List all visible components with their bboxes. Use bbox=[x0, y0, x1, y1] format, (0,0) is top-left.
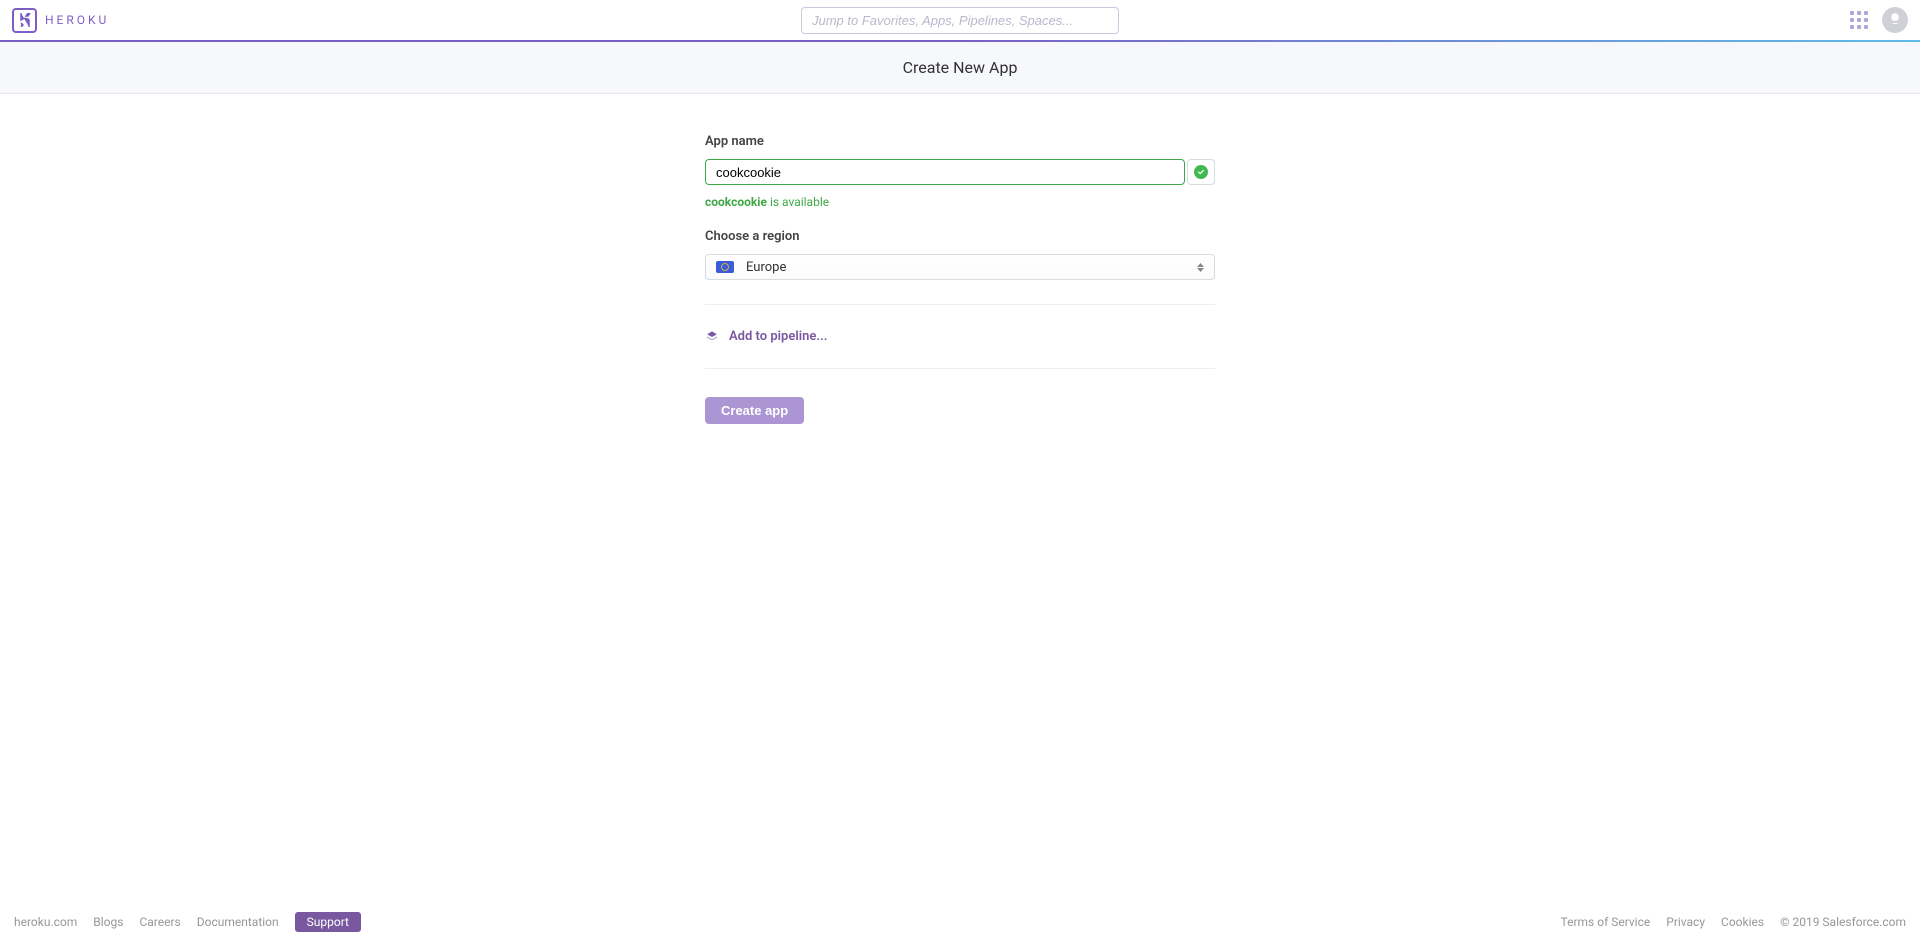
apps-grid-icon[interactable] bbox=[1850, 11, 1868, 29]
footer-link-documentation[interactable]: Documentation bbox=[197, 915, 279, 929]
footer-link-cookies[interactable]: Cookies bbox=[1721, 915, 1764, 929]
region-select[interactable]: Europe bbox=[705, 254, 1215, 280]
footer-link-privacy[interactable]: Privacy bbox=[1666, 915, 1705, 929]
footer-link-heroku[interactable]: heroku.com bbox=[14, 915, 77, 929]
app-name-input[interactable] bbox=[705, 159, 1185, 185]
name-valid-indicator bbox=[1187, 159, 1215, 185]
availability-message: cookcookie is available bbox=[705, 195, 1215, 209]
heroku-logo-icon bbox=[12, 8, 37, 33]
footer-copyright: © 2019 Salesforce.com bbox=[1780, 915, 1906, 929]
region-selected: Europe bbox=[746, 260, 786, 275]
footer-link-blogs[interactable]: Blogs bbox=[93, 915, 123, 929]
divider bbox=[705, 304, 1215, 305]
region-label: Choose a region bbox=[705, 229, 1215, 244]
support-button[interactable]: Support bbox=[295, 912, 361, 932]
pipeline-icon bbox=[705, 330, 719, 344]
search-input[interactable] bbox=[801, 7, 1119, 34]
footer-link-terms[interactable]: Terms of Service bbox=[1561, 915, 1651, 929]
create-app-button[interactable]: Create app bbox=[705, 397, 804, 424]
app-name-label: App name bbox=[705, 134, 1215, 149]
check-icon bbox=[1194, 165, 1208, 179]
eu-flag-icon bbox=[716, 261, 734, 273]
divider bbox=[705, 368, 1215, 369]
chevron-up-down-icon bbox=[1197, 263, 1204, 272]
heroku-logo-text: HEROKU bbox=[45, 13, 109, 27]
pipeline-label: Add to pipeline... bbox=[729, 329, 827, 344]
add-to-pipeline[interactable]: Add to pipeline... bbox=[705, 329, 1215, 344]
heroku-logo[interactable]: HEROKU bbox=[12, 8, 109, 33]
page-title: Create New App bbox=[903, 58, 1018, 77]
footer-link-careers[interactable]: Careers bbox=[139, 915, 180, 929]
avatar[interactable] bbox=[1882, 7, 1908, 33]
